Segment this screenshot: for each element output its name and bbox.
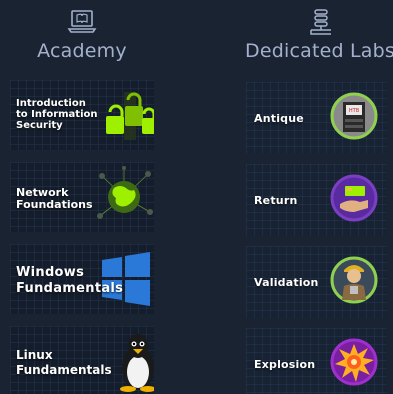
lab-label: Explosion	[254, 358, 316, 371]
laptop-book-icon	[67, 10, 97, 33]
server-stack-icon	[310, 9, 331, 35]
lab-card-return[interactable]: Return	[246, 164, 387, 236]
lab-label: Return	[254, 194, 298, 207]
lab-card-validation[interactable]: Validation	[246, 246, 387, 318]
module-label: Network Foundations	[16, 186, 93, 211]
worker-avatar-icon	[330, 256, 378, 304]
globe-network-icon	[97, 166, 153, 219]
module-label: Linux Fundamentals	[16, 348, 112, 377]
lab-card-antique[interactable]: Antique HTB	[246, 82, 387, 154]
lab-label: Validation	[254, 276, 319, 289]
academy-card-linux-fundamentals[interactable]: Linux Fundamentals	[10, 326, 154, 394]
padlocks-icon	[106, 92, 154, 140]
academy-header[interactable]: Academy	[12, 8, 152, 62]
app-root: Academy Dedicated Labs Introduction to I…	[0, 0, 393, 394]
linux-penguin-icon	[120, 334, 154, 392]
printer-avatar-icon: HTB	[330, 92, 378, 140]
svg-text:HTB: HTB	[349, 108, 360, 114]
labs-header[interactable]: Dedicated Labs	[240, 8, 393, 62]
lab-card-explosion[interactable]: Explosion	[246, 328, 387, 394]
academy-card-intro-infosec[interactable]: Introduction to Information Security	[10, 80, 154, 150]
explosion-avatar-icon	[330, 338, 378, 386]
module-label: Introduction to Information Security	[16, 98, 98, 131]
academy-card-windows-fundamentals[interactable]: Windows Fundamentals	[10, 244, 154, 314]
module-label: Windows Fundamentals	[16, 265, 124, 296]
labs-title: Dedicated Labs	[245, 40, 393, 62]
academy-title: Academy	[37, 40, 127, 62]
academy-card-network-foundations[interactable]: Network Foundations	[10, 162, 154, 232]
hand-card-avatar-icon	[330, 174, 378, 222]
lab-label: Antique	[254, 112, 304, 125]
